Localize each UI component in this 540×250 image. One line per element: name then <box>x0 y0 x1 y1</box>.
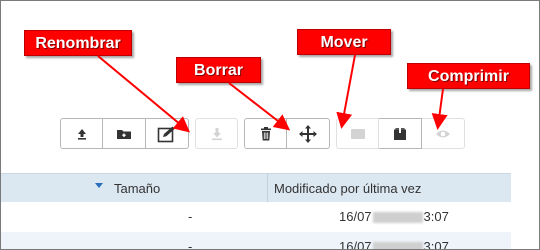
modified-cell: 16/07 3:07 <box>339 209 449 224</box>
size-cell: - <box>188 209 193 224</box>
table-row[interactable]: - 16/07 3:07 <box>1 202 511 232</box>
column-header-modified[interactable]: Modificado por última vez <box>274 181 421 196</box>
screenshot-frame: Renombrar Borrar Mover Comprimir Tamaño … <box>0 0 540 250</box>
arrow-borrar <box>228 82 291 131</box>
table-header: Tamaño Modificado por última vez <box>1 173 511 203</box>
sort-descending-icon[interactable] <box>95 183 103 188</box>
redacted-block <box>372 212 423 224</box>
arrow-renombrar <box>97 55 191 133</box>
redacted-block <box>372 242 423 249</box>
table-row[interactable]: - 16/07 3:07 <box>1 232 511 250</box>
modified-cell: 16/07 3:07 <box>339 239 449 249</box>
column-header-size[interactable]: Tamaño <box>114 181 160 196</box>
size-cell: - <box>188 239 193 250</box>
arrow-comprimir <box>431 88 448 130</box>
column-divider <box>267 174 268 202</box>
arrow-mover <box>336 54 356 129</box>
